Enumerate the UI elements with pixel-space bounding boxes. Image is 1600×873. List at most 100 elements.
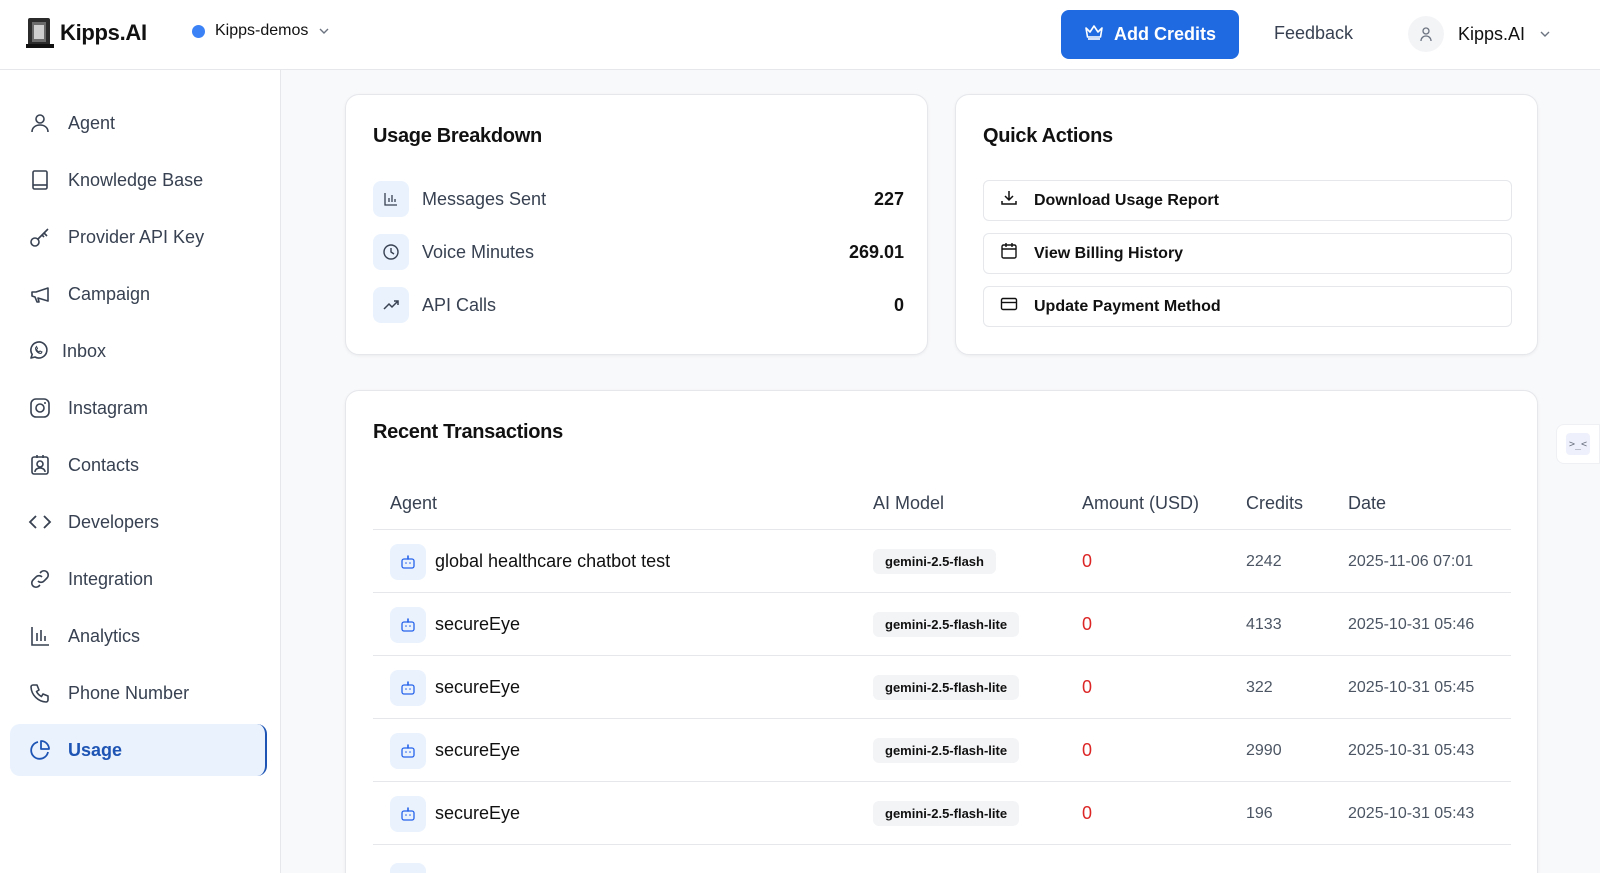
amount-value: 0 <box>1082 551 1093 571</box>
column-header-date: Date <box>1348 493 1387 513</box>
chevron-down-icon <box>1539 28 1551 40</box>
sidebar-item-usage[interactable]: Usage <box>10 724 267 776</box>
robot-icon <box>390 543 426 580</box>
robot-icon <box>390 795 426 832</box>
sidebar-item-inbox[interactable]: Inbox <box>10 325 267 377</box>
sidebar-item-label: Developers <box>68 511 160 532</box>
bar-chart-icon <box>28 624 52 648</box>
table-row[interactable]: secureEye gemini-2.5-flash-lite 0 322 20… <box>373 655 1511 718</box>
model-badge: gemini-2.5-flash-lite <box>873 738 1020 763</box>
usage-label: API Calls <box>422 294 497 315</box>
sidebar-item-label: Integration <box>68 568 154 589</box>
pie-chart-icon <box>28 738 52 762</box>
book-icon <box>28 168 52 192</box>
column-header-ai-model: AI Model <box>873 493 945 513</box>
sidebar-item-analytics[interactable]: Analytics <box>10 610 267 662</box>
robot-icon <box>390 669 426 706</box>
sidebar-item-knowledge-base[interactable]: Knowledge Base <box>10 154 267 206</box>
agent-name: secureEye <box>435 677 521 697</box>
table-row[interactable]: global healthcare chatbot test gemini-2.… <box>373 529 1511 592</box>
qa-label: Update Payment Method <box>1034 297 1221 315</box>
bar-chart-icon <box>373 181 409 217</box>
logo-text: Kipps.AI <box>60 20 147 45</box>
amount-value: 0 <box>1082 803 1093 823</box>
update-payment-method-button[interactable]: Update Payment Method <box>983 286 1512 327</box>
table-row[interactable]: secureEye gemini-2.5-flash-lite 0 196 20… <box>373 781 1511 844</box>
add-credits-button[interactable]: Add Credits <box>1061 10 1239 59</box>
usage-breakdown-title: Usage Breakdown <box>373 125 542 147</box>
sidebar-item-contacts[interactable]: Contacts <box>10 439 267 491</box>
table-row[interactable]: secureEye gemini-2.5-flash-lite 0 2990 2… <box>373 718 1511 781</box>
sidebar-item-label: Instagram <box>68 397 149 418</box>
credits-value: 322 <box>1246 678 1273 696</box>
date-value: 2025-10-31 05:43 <box>1348 804 1475 822</box>
qa-label: Download Usage Report <box>1034 191 1219 209</box>
usage-label: Messages Sent <box>422 188 547 209</box>
usage-label: Voice Minutes <box>422 241 535 262</box>
column-header-agent: Agent <box>390 493 438 513</box>
credits-value: 4133 <box>1246 615 1282 633</box>
table-row-partial <box>373 844 1511 873</box>
usage-row-api-calls: API Calls 0 <box>373 285 904 325</box>
agent-name: secureEye <box>435 740 521 760</box>
sidebar-item-integration[interactable]: Integration <box>10 553 267 605</box>
robot-icon <box>390 732 426 769</box>
add-credits-label: Add Credits <box>1113 24 1216 44</box>
sidebar-item-label: Analytics <box>68 625 141 646</box>
floating-chat-widget[interactable]: >_< <box>1556 424 1600 464</box>
quick-actions-card: Quick Actions Download Usage Report View… <box>955 94 1538 355</box>
credit-card-icon <box>1000 295 1018 318</box>
download-icon <box>1000 189 1018 212</box>
date-value: 2025-10-31 05:45 <box>1348 678 1475 696</box>
model-badge: gemini-2.5-flash-lite <box>873 801 1020 826</box>
link-icon <box>28 567 52 591</box>
sidebar-item-label: Campaign <box>68 283 151 304</box>
sidebar-item-developers[interactable]: Developers <box>10 496 267 548</box>
workspace-switcher[interactable]: Kipps-demos <box>192 22 330 40</box>
top-header: Kipps.AI Kipps-demos Add Credits Feedbac… <box>0 0 1600 70</box>
sidebar-item-campaign[interactable]: Campaign <box>10 268 267 320</box>
usage-value: 227 <box>873 188 904 209</box>
amount-value: 0 <box>1082 677 1093 697</box>
sidebar-item-phone-number[interactable]: Phone Number <box>10 667 267 719</box>
sidebar-item-agent[interactable]: Agent <box>10 97 267 149</box>
column-header-credits: Credits <box>1246 493 1304 513</box>
usage-value: 0 <box>893 294 904 315</box>
avatar <box>1408 16 1444 52</box>
sidebar-item-label: Agent <box>68 112 116 133</box>
sidebar-item-label: Contacts <box>68 454 140 475</box>
workspace-dot <box>192 24 205 38</box>
contact-card-icon <box>28 453 52 477</box>
credits-value: 2990 <box>1246 741 1282 759</box>
logo-mark-icon <box>24 16 56 50</box>
usage-value: 269.01 <box>848 241 904 262</box>
clock-icon <box>373 234 409 270</box>
agent-name: secureEye <box>435 614 521 634</box>
qa-label: View Billing History <box>1034 244 1184 262</box>
date-value: 2025-11-06 07:01 <box>1348 552 1474 570</box>
view-billing-history-button[interactable]: View Billing History <box>983 233 1512 274</box>
feedback-link[interactable]: Feedback <box>1274 23 1353 44</box>
sidebar-item-instagram[interactable]: Instagram <box>10 382 267 434</box>
trending-up-icon <box>373 287 409 323</box>
sidebar-item-label: Phone Number <box>68 682 190 703</box>
table-row[interactable]: secureEye gemini-2.5-flash-lite 0 4133 2… <box>373 592 1511 655</box>
chevron-down-icon <box>318 25 330 37</box>
model-badge: gemini-2.5-flash-lite <box>873 675 1020 700</box>
sidebar-item-provider-api-key[interactable]: Provider API Key <box>10 211 267 263</box>
agent-name: global healthcare chatbot test <box>435 551 671 571</box>
phone-icon <box>28 681 52 705</box>
amount-value: 0 <box>1082 740 1093 760</box>
amount-value: 0 <box>1082 614 1093 634</box>
calendar-icon <box>1000 242 1018 265</box>
user-name: Kipps.AI <box>1458 23 1526 44</box>
download-usage-report-button[interactable]: Download Usage Report <box>983 180 1512 221</box>
sidebar-item-label: Inbox <box>62 340 107 361</box>
date-value: 2025-10-31 05:43 <box>1348 741 1475 759</box>
credits-value: 196 <box>1246 804 1273 822</box>
app-logo[interactable]: Kipps.AI <box>24 16 147 50</box>
megaphone-icon <box>28 282 52 306</box>
recent-transactions-title: Recent Transactions <box>373 421 563 443</box>
user-menu[interactable]: Kipps.AI <box>1408 16 1551 52</box>
instagram-icon <box>28 396 52 420</box>
